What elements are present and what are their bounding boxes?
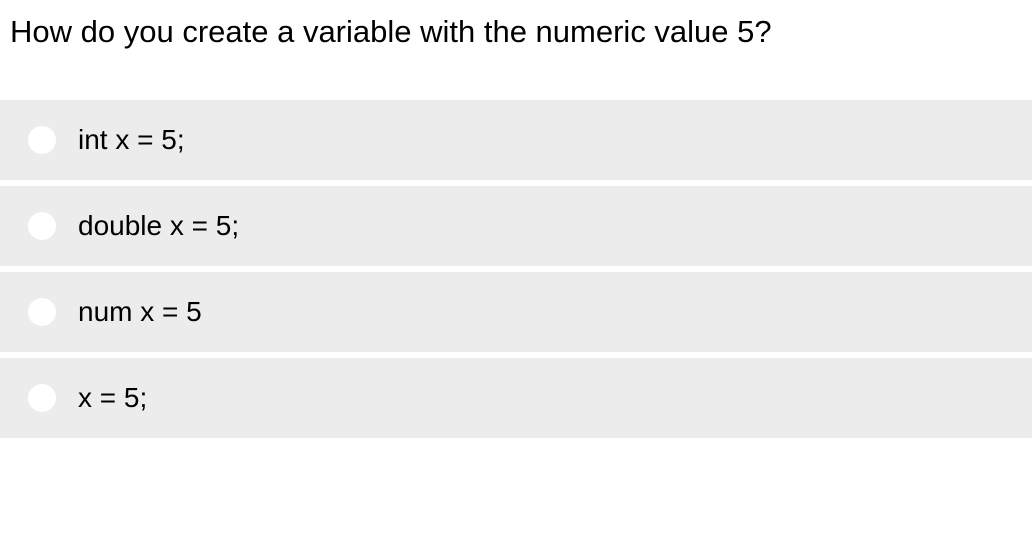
options-list: int x = 5; double x = 5; num x = 5 x = 5… — [0, 100, 1032, 438]
radio-icon[interactable] — [28, 126, 56, 154]
option-row[interactable]: num x = 5 — [0, 272, 1032, 352]
quiz-question-container: How do you create a variable with the nu… — [0, 0, 1032, 438]
radio-icon[interactable] — [28, 298, 56, 326]
option-label: double x = 5; — [78, 210, 239, 242]
radio-icon[interactable] — [28, 384, 56, 412]
option-label: num x = 5 — [78, 296, 202, 328]
option-row[interactable]: x = 5; — [0, 358, 1032, 438]
option-label: int x = 5; — [78, 124, 185, 156]
option-row[interactable]: int x = 5; — [0, 100, 1032, 180]
option-label: x = 5; — [78, 382, 147, 414]
question-text: How do you create a variable with the nu… — [0, 0, 1032, 100]
option-row[interactable]: double x = 5; — [0, 186, 1032, 266]
radio-icon[interactable] — [28, 212, 56, 240]
